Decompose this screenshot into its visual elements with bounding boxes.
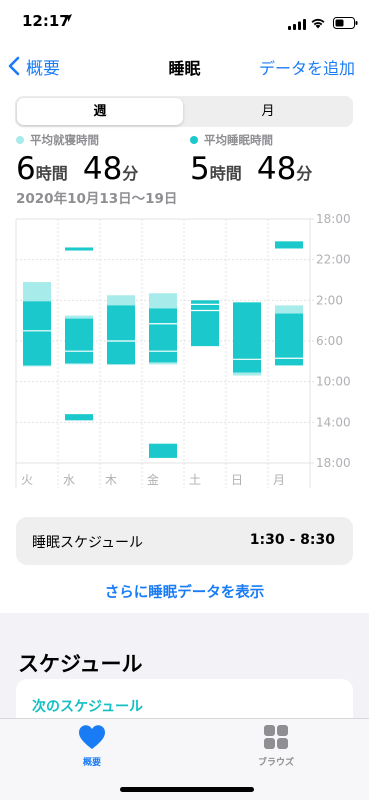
- show-more-sleep-data-link[interactable]: さらに睡眠データを表示: [0, 581, 369, 602]
- asleep-bar: [65, 318, 93, 364]
- grid-icon: [264, 725, 288, 749]
- location-arrow-icon: [63, 13, 73, 26]
- asleep-bar: [65, 247, 93, 251]
- x-tick-label: 日: [231, 473, 243, 487]
- period-segmented-control: 週 月: [15, 96, 353, 127]
- in-bed-label: 平均就寝時間: [30, 133, 99, 147]
- y-tick-label: 6:00: [316, 334, 343, 348]
- home-indicator: [120, 787, 254, 792]
- sleep-chart-svg: 18:00 22:00 2:00 6:00 10:00 14:00 18:00 火 水 木 金 土 日 月: [15, 212, 351, 488]
- y-tick-label: 18:00: [316, 212, 351, 226]
- in-bed-legend-dot: [16, 136, 24, 144]
- tab-summary-label: 概要: [82, 758, 101, 768]
- x-tick-label: 火: [21, 473, 33, 487]
- schedule-label: 睡眠スケジュール: [32, 535, 144, 551]
- schedule-value: 1:30 - 8:30: [249, 532, 335, 548]
- asleep-bar: [275, 241, 303, 249]
- y-tick-label: 10:00: [316, 375, 351, 389]
- y-tick-label: 14:00: [316, 415, 351, 429]
- asleep-minutes: 48: [256, 151, 297, 187]
- segment-week[interactable]: 週: [17, 98, 183, 125]
- average-in-bed: 平均就寝時間 6時間 48分: [16, 132, 138, 187]
- segment-month[interactable]: 月: [185, 98, 351, 125]
- in-bed-minutes-unit: 分: [122, 164, 139, 183]
- in-bed-hours: 6: [16, 151, 36, 187]
- next-schedule-label: 次のスケジュール: [32, 699, 144, 715]
- asleep-bar: [23, 301, 51, 366]
- navigation-bar: 概要 睡眠 データを追加: [0, 44, 369, 88]
- date-range: 2020年10月13日〜19日: [16, 191, 178, 207]
- heart-icon: [79, 725, 105, 749]
- add-data-button[interactable]: データを追加: [259, 55, 355, 79]
- section-title: スケジュール: [18, 652, 143, 676]
- average-asleep: 平均睡眠時間 5時間 48分: [190, 132, 312, 187]
- x-tick-label: 水: [63, 473, 75, 487]
- wifi-icon: [310, 14, 326, 33]
- screen: 12:17 概要 睡眠 データを追加 週 月 平均就寝時間 6時間 48分 平均…: [0, 0, 369, 800]
- status-bar: 12:17: [0, 0, 369, 44]
- x-tick-label: 金: [147, 472, 159, 487]
- asleep-bar: [149, 443, 177, 458]
- in-bed-minutes: 48: [82, 151, 123, 187]
- asleep-bar: [275, 313, 303, 366]
- asleep-minutes-unit: 分: [296, 164, 313, 183]
- y-tick-label: 2:00: [316, 293, 343, 307]
- tab-summary[interactable]: 概要: [52, 724, 132, 768]
- x-tick-label: 月: [273, 473, 285, 487]
- x-tick-label: 木: [105, 473, 117, 487]
- in-bed-hours-unit: 時間: [35, 164, 68, 183]
- asleep-bar: [107, 305, 135, 365]
- asleep-legend-dot: [190, 136, 198, 144]
- battery-icon: [333, 14, 358, 33]
- asleep-bar: [191, 300, 219, 347]
- sleep-chart[interactable]: 18:00 22:00 2:00 6:00 10:00 14:00 18:00 火 水 木 金 土 日 月: [0, 212, 369, 502]
- y-tick-label: 18:00: [316, 456, 351, 470]
- asleep-bar: [233, 302, 261, 373]
- asleep-bar: [65, 414, 93, 421]
- y-tick-label: 22:00: [316, 253, 351, 267]
- tab-browse-label: ブラウズ: [257, 758, 294, 768]
- asleep-hours: 5: [190, 151, 210, 187]
- asleep-hours-unit: 時間: [209, 164, 242, 183]
- asleep-bar: [149, 308, 177, 363]
- cellular-signal-icon: [288, 15, 306, 34]
- sleep-schedule-card[interactable]: 睡眠スケジュール 1:30 - 8:30: [16, 517, 353, 565]
- tab-browse[interactable]: ブラウズ: [236, 724, 316, 768]
- x-tick-label: 土: [189, 473, 201, 487]
- asleep-label: 平均睡眠時間: [204, 133, 273, 147]
